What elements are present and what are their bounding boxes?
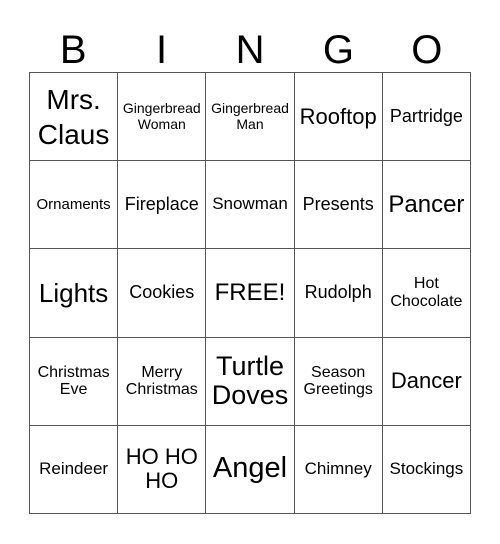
bingo-cell[interactable]: Pancer: [382, 161, 471, 250]
cell-text: Merry Christmas: [125, 363, 198, 399]
bingo-cell[interactable]: Stockings: [382, 425, 471, 514]
bingo-grid: Mrs. Claus Gingerbread Woman Gingerbread…: [29, 72, 471, 514]
bingo-cell[interactable]: Gingerbread Man: [206, 73, 295, 162]
header-letter-b: B: [59, 28, 87, 72]
header-letter-n: N: [235, 28, 265, 72]
bingo-cell[interactable]: Dancer: [382, 337, 471, 426]
cell-text: Gingerbread Woman: [122, 100, 201, 132]
bingo-cell[interactable]: Mrs. Claus: [30, 73, 119, 162]
bingo-cell[interactable]: HO HO HO: [118, 425, 207, 514]
cell-text: Reindeer: [39, 459, 109, 479]
bingo-cell[interactable]: Cookies: [118, 249, 207, 338]
bingo-cell[interactable]: Christmas Eve: [30, 337, 119, 426]
cell-text: Lights: [38, 277, 109, 308]
cell-text: Rooftop: [299, 103, 377, 129]
cell-text: Stockings: [389, 459, 464, 479]
cell-text: Mrs. Claus: [37, 83, 110, 150]
cell-text: Snowman: [212, 194, 288, 214]
cell-text: FREE!: [214, 278, 286, 306]
bingo-cell[interactable]: Turtle Doves: [206, 337, 295, 426]
cell-text: Season Greetings: [303, 363, 373, 399]
cell-text: Rudolph: [304, 282, 372, 303]
bingo-cell[interactable]: Ornaments: [30, 161, 119, 250]
bingo-cell[interactable]: Presents: [294, 161, 383, 250]
cell-text: Pancer: [388, 190, 465, 218]
cell-text: Turtle Doves: [211, 350, 289, 411]
cell-text: Partridge: [389, 105, 463, 126]
header-letter-g: G: [322, 28, 354, 72]
bingo-cell[interactable]: Gingerbread Woman: [118, 73, 207, 162]
bingo-cell[interactable]: Reindeer: [30, 425, 119, 514]
cell-text: Cookies: [129, 282, 195, 303]
cell-text: Presents: [302, 193, 374, 214]
bingo-cell[interactable]: Rudolph: [294, 249, 383, 338]
header-letter-i: I: [156, 28, 168, 72]
bingo-cell[interactable]: Fireplace: [118, 161, 207, 250]
cell-text: Hot Chocolate: [390, 275, 463, 310]
bingo-cell[interactable]: Season Greetings: [294, 337, 383, 426]
free-space[interactable]: FREE!: [206, 249, 295, 338]
bingo-cell[interactable]: Chimney: [294, 425, 383, 514]
cell-text: Chimney: [304, 459, 372, 479]
cell-text: Angel: [212, 452, 288, 485]
cell-text: Fireplace: [124, 193, 199, 214]
bingo-cell[interactable]: Hot Chocolate: [382, 249, 471, 338]
bingo-cell[interactable]: Angel: [206, 425, 295, 514]
header-letter-o: O: [411, 28, 443, 72]
bingo-cell[interactable]: Rooftop: [294, 73, 383, 162]
cell-text: Dancer: [390, 368, 462, 394]
cell-text: Ornaments: [36, 195, 111, 213]
cell-text: Gingerbread Man: [211, 100, 289, 132]
cell-text: HO HO HO: [125, 444, 198, 494]
cell-text: Christmas Eve: [37, 363, 110, 399]
bingo-cell[interactable]: Partridge: [382, 73, 471, 162]
bingo-cell[interactable]: Merry Christmas: [118, 337, 207, 426]
bingo-cell[interactable]: Snowman: [206, 161, 295, 250]
bingo-header: B I N G O: [29, 28, 471, 72]
bingo-cell[interactable]: Lights: [30, 249, 119, 338]
